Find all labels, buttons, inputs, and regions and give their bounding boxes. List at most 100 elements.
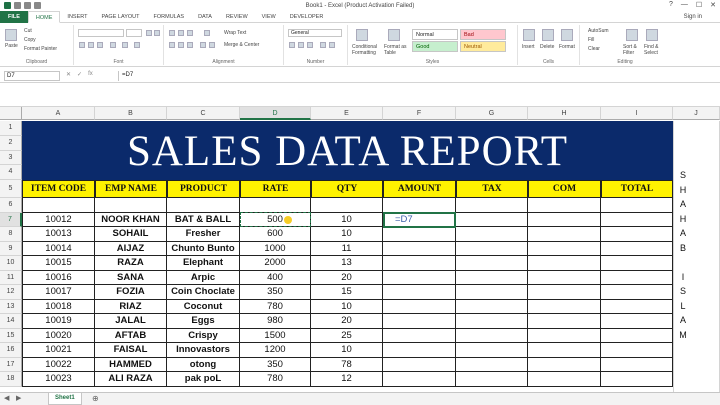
cell-emp-name[interactable]: NOOR KHAN bbox=[95, 212, 167, 227]
cell-com[interactable] bbox=[528, 343, 601, 358]
style-bad[interactable]: Bad bbox=[460, 29, 506, 40]
cell-tax[interactable] bbox=[456, 357, 528, 372]
close-button[interactable]: ✕ bbox=[710, 1, 716, 9]
row-header-12[interactable]: 12 bbox=[0, 285, 22, 300]
header-com[interactable]: COM bbox=[528, 180, 601, 198]
cell-amount[interactable] bbox=[383, 314, 456, 329]
cell-emp-name[interactable]: AFTAB bbox=[95, 328, 167, 343]
name-box[interactable]: D7 bbox=[4, 71, 60, 81]
italic-icon[interactable] bbox=[88, 42, 94, 48]
cell-item-code[interactable]: 10013 bbox=[22, 227, 95, 242]
cell-emp-name[interactable]: SOHAIL bbox=[95, 227, 167, 242]
cell-rate[interactable]: 1200 bbox=[240, 343, 311, 358]
cell-emp-name[interactable]: RAZA bbox=[95, 256, 167, 271]
cell-emp-name[interactable]: HAMMED bbox=[95, 357, 167, 372]
style-good[interactable]: Good bbox=[412, 41, 458, 52]
active-cell-f7[interactable] bbox=[383, 212, 456, 228]
cell-com[interactable] bbox=[528, 256, 601, 271]
cell-com[interactable] bbox=[528, 241, 601, 256]
tab-review[interactable]: REVIEW bbox=[219, 11, 255, 23]
tab-home[interactable]: HOME bbox=[27, 10, 61, 23]
cell-rate[interactable]: 1000 bbox=[240, 241, 311, 256]
tab-data[interactable]: DATA bbox=[191, 11, 219, 23]
style-neutral[interactable]: Neutral bbox=[460, 41, 506, 52]
cell-qty[interactable]: 15 bbox=[311, 285, 383, 300]
row-header-1[interactable]: 1 bbox=[0, 121, 22, 136]
header-rate[interactable]: RATE bbox=[240, 180, 311, 198]
column-header-c[interactable]: C bbox=[167, 107, 240, 120]
new-sheet-icon[interactable]: ⊕ bbox=[92, 394, 99, 403]
decrease-indent-icon[interactable] bbox=[200, 42, 206, 48]
insert-cells-icon[interactable] bbox=[523, 29, 535, 41]
cell-com[interactable] bbox=[528, 212, 601, 227]
row-header-7[interactable]: 7 bbox=[0, 212, 22, 227]
empty-cell[interactable] bbox=[601, 198, 673, 213]
style-normal[interactable]: Normal bbox=[412, 29, 458, 40]
cell-item-code[interactable]: 10022 bbox=[22, 357, 95, 372]
cell-rate[interactable]: 2000 bbox=[240, 256, 311, 271]
autosum-button[interactable]: AutoSum bbox=[588, 28, 609, 34]
merge-center-button[interactable]: Merge & Center bbox=[224, 42, 259, 48]
cell-product[interactable]: Fresher bbox=[167, 227, 240, 242]
cell-qty[interactable]: 20 bbox=[311, 314, 383, 329]
cell-amount[interactable] bbox=[383, 285, 456, 300]
cell-total[interactable] bbox=[601, 299, 673, 314]
empty-cell[interactable] bbox=[383, 198, 456, 213]
cell-amount[interactable] bbox=[383, 256, 456, 271]
conditional-formatting-icon[interactable] bbox=[356, 29, 368, 41]
cell-tax[interactable] bbox=[456, 343, 528, 358]
header-tax[interactable]: TAX bbox=[456, 180, 528, 198]
cell-tax[interactable] bbox=[456, 328, 528, 343]
row-header-10[interactable]: 10 bbox=[0, 256, 22, 271]
cell-rate[interactable]: 980 bbox=[240, 314, 311, 329]
sort-filter-icon[interactable] bbox=[626, 29, 638, 41]
align-center-icon[interactable] bbox=[178, 42, 184, 48]
cell-qty[interactable]: 12 bbox=[311, 372, 383, 387]
row-header-4[interactable]: 4 bbox=[0, 165, 22, 180]
cell-qty[interactable]: 13 bbox=[311, 256, 383, 271]
cut-button[interactable]: Cut bbox=[24, 28, 32, 34]
delete-cells-icon[interactable] bbox=[542, 29, 554, 41]
cell-item-code[interactable]: 10016 bbox=[22, 270, 95, 285]
cell-rate[interactable]: 780 bbox=[240, 299, 311, 314]
find-select-button[interactable]: Find & Select bbox=[644, 44, 668, 56]
font-size-dropdown[interactable] bbox=[126, 29, 142, 37]
header-qty[interactable]: QTY bbox=[311, 180, 383, 198]
column-header-e[interactable]: E bbox=[311, 107, 383, 120]
cell-total[interactable] bbox=[601, 241, 673, 256]
cell-item-code[interactable]: 10019 bbox=[22, 314, 95, 329]
increase-decimal-icon[interactable] bbox=[320, 42, 326, 48]
cell-qty[interactable]: 20 bbox=[311, 270, 383, 285]
cell-rate[interactable]: 600 bbox=[240, 227, 311, 242]
align-middle-icon[interactable] bbox=[178, 30, 184, 36]
sign-in-link[interactable]: Sign in bbox=[684, 14, 702, 20]
align-top-icon[interactable] bbox=[169, 30, 175, 36]
row-header-18[interactable]: 18 bbox=[0, 372, 22, 387]
cell-item-code[interactable]: 10018 bbox=[22, 299, 95, 314]
cell-product[interactable]: otong bbox=[167, 357, 240, 372]
tab-view[interactable]: VIEW bbox=[255, 11, 283, 23]
row-header-6[interactable]: 6 bbox=[0, 198, 22, 213]
header-amount[interactable]: AMOUNT bbox=[383, 180, 456, 198]
cell-tax[interactable] bbox=[456, 270, 528, 285]
cell-total[interactable] bbox=[601, 328, 673, 343]
grow-font-icon[interactable] bbox=[146, 30, 152, 36]
cell-amount[interactable] bbox=[383, 357, 456, 372]
sort-filter-button[interactable]: Sort & Filter bbox=[623, 44, 643, 56]
comma-icon[interactable] bbox=[307, 42, 313, 48]
sheet-tab-sheet1[interactable]: Sheet1 bbox=[48, 393, 82, 405]
sheet-next-icon[interactable]: ▶ bbox=[16, 394, 21, 402]
cell-tax[interactable] bbox=[456, 299, 528, 314]
cell-tax[interactable] bbox=[456, 241, 528, 256]
format-painter-button[interactable]: Format Painter bbox=[24, 46, 57, 52]
maximize-button[interactable]: ☐ bbox=[696, 1, 702, 9]
row-header-16[interactable]: 16 bbox=[0, 343, 22, 358]
row-header-3[interactable]: 3 bbox=[0, 150, 22, 166]
cell-com[interactable] bbox=[528, 372, 601, 387]
cell-tax[interactable] bbox=[456, 227, 528, 242]
format-cells-icon[interactable] bbox=[561, 29, 573, 41]
cell-amount[interactable] bbox=[383, 372, 456, 387]
cell-rate[interactable]: 400 bbox=[240, 270, 311, 285]
fill-button[interactable]: Fill bbox=[588, 37, 594, 43]
tab-page-layout[interactable]: PAGE LAYOUT bbox=[95, 11, 147, 23]
